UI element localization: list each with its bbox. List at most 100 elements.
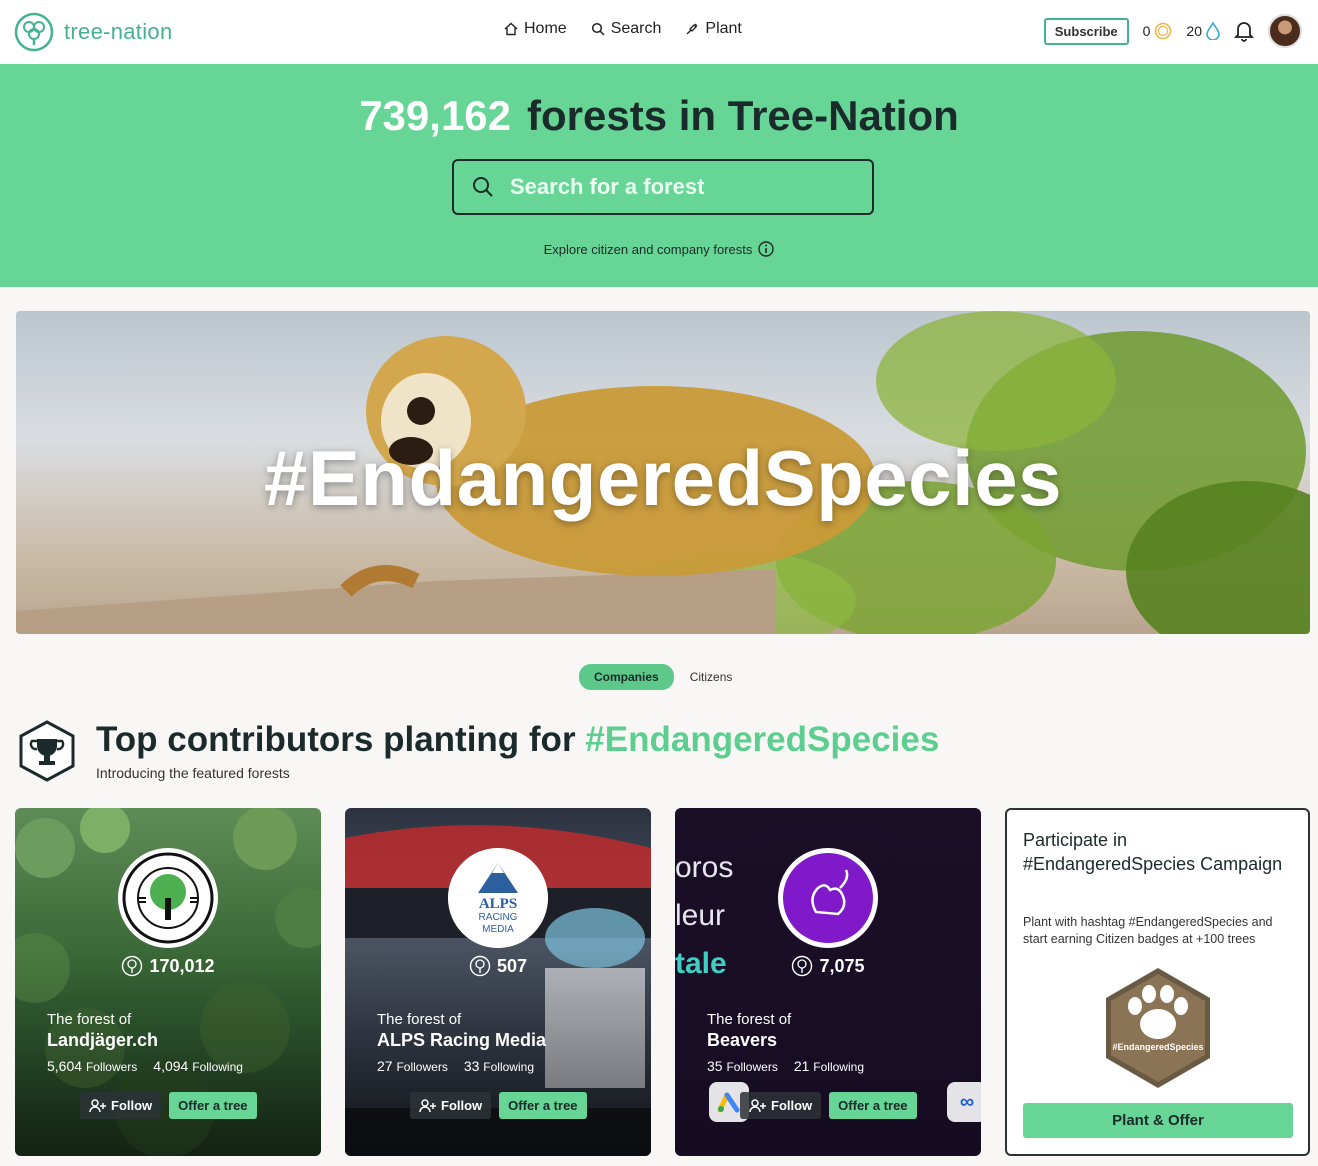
alps-racing-media-logo: ALPS RACING MEDIA bbox=[448, 848, 548, 948]
followers-stat[interactable]: 27 Followers bbox=[377, 1058, 448, 1074]
card-actions: Follow Offer a tree bbox=[740, 1092, 917, 1119]
main-nav: Home Search Plant bbox=[504, 20, 742, 38]
search-icon bbox=[591, 22, 605, 36]
forest-card-beavers[interactable]: oros leur tale 7,075 The forest of Beave… bbox=[675, 808, 981, 1156]
tree-icon bbox=[122, 955, 143, 977]
campaign-badge: #EndangeredSpecies bbox=[1103, 966, 1213, 1090]
plant-offer-button[interactable]: Plant & Offer bbox=[1023, 1103, 1293, 1138]
tree-icon bbox=[792, 955, 813, 977]
drops-counter[interactable]: 20 bbox=[1186, 22, 1220, 40]
campaign-description: Plant with hashtag #EndangeredSpecies an… bbox=[1023, 915, 1273, 946]
tree-count: 170,012 bbox=[15, 955, 321, 977]
forest-of-label: The forest of bbox=[377, 1011, 462, 1028]
forest-search-box[interactable] bbox=[452, 159, 874, 215]
subscribe-button[interactable]: Subscribe bbox=[1043, 17, 1129, 45]
campaign-title: Participate in #EndangeredSpecies Campai… bbox=[1023, 830, 1283, 874]
tab-companies[interactable]: Companies bbox=[579, 664, 674, 690]
svg-text:MEDIA: MEDIA bbox=[482, 924, 514, 935]
follow-stats: 35 Followers 21 Following bbox=[707, 1058, 864, 1074]
offer-tree-button[interactable]: Offer a tree bbox=[169, 1092, 257, 1119]
offer-tree-button[interactable]: Offer a tree bbox=[499, 1092, 587, 1119]
follow-stats: 27 Followers 33 Following bbox=[377, 1058, 534, 1074]
tree-count: 507 bbox=[345, 955, 651, 977]
tree-count: 7,075 bbox=[675, 955, 981, 977]
hero-subtitle: Explore citizen and company forests bbox=[0, 241, 1318, 257]
company-logo bbox=[778, 848, 878, 948]
forest-name[interactable]: Landjäger.ch bbox=[47, 1030, 158, 1051]
hero-title-text: forests in Tree-Nation bbox=[527, 92, 959, 139]
card-actions: Follow Offer a tree bbox=[80, 1092, 257, 1119]
tab-citizens[interactable]: Citizens bbox=[690, 664, 733, 690]
home-icon bbox=[504, 22, 518, 36]
shovel-icon bbox=[686, 23, 698, 35]
section-subtitle: Introducing the featured forests bbox=[96, 765, 290, 781]
forest-name[interactable]: ALPS Racing Media bbox=[377, 1030, 546, 1051]
badge-label: #EndangeredSpecies bbox=[1112, 1042, 1204, 1052]
tree-count-value: 507 bbox=[496, 955, 528, 976]
nav-home[interactable]: Home bbox=[504, 20, 567, 38]
top-navbar: tree-nation Home Search Plant Subscribe … bbox=[0, 0, 1318, 64]
forest-search-input[interactable] bbox=[510, 174, 830, 200]
nav-search[interactable]: Search bbox=[591, 20, 662, 38]
nav-plant[interactable]: Plant bbox=[685, 20, 742, 38]
forest-card-alps-racing[interactable]: ALPS RACING MEDIA 507 The forest of ALPS… bbox=[345, 808, 651, 1156]
trophy-icon bbox=[19, 720, 75, 782]
company-logo: ALPS RACING MEDIA bbox=[448, 848, 548, 948]
coins-counter[interactable]: 0 bbox=[1143, 22, 1173, 40]
following-stat[interactable]: 21 Following bbox=[794, 1058, 864, 1074]
hero-title: 739,162 forests in Tree-Nation bbox=[0, 92, 1318, 140]
tree-logo-icon bbox=[14, 12, 54, 52]
follow-button[interactable]: Follow bbox=[740, 1092, 822, 1119]
nav-home-label: Home bbox=[524, 20, 567, 37]
hero-subtitle-text: Explore citizen and company forests bbox=[543, 241, 753, 257]
coin-icon bbox=[1155, 22, 1172, 40]
logo-text: tree-nation bbox=[64, 19, 173, 44]
offer-tree-button[interactable]: Offer a tree bbox=[829, 1092, 917, 1119]
site-logo[interactable]: tree-nation bbox=[14, 12, 172, 52]
forest-name[interactable]: Beavers bbox=[707, 1030, 777, 1051]
water-drop-icon bbox=[1206, 22, 1220, 40]
forest-of-label: The forest of bbox=[47, 1011, 132, 1028]
followers-stat[interactable]: 35 Followers bbox=[707, 1058, 778, 1074]
add-user-icon bbox=[749, 1098, 766, 1112]
entity-tabs: Companies Citizens bbox=[579, 664, 732, 690]
user-avatar[interactable] bbox=[1268, 14, 1302, 48]
follow-button[interactable]: Follow bbox=[80, 1092, 162, 1119]
search-icon bbox=[473, 177, 493, 197]
nav-right: Subscribe 0 20 bbox=[1043, 14, 1302, 48]
bell-icon[interactable] bbox=[1234, 20, 1254, 42]
section-title: Top contributors planting for #Endangere… bbox=[96, 720, 939, 760]
company-logo bbox=[118, 848, 218, 948]
svg-text:ALPS: ALPS bbox=[479, 896, 517, 912]
meta-icon: ∞ bbox=[947, 1082, 981, 1122]
one-product-one-tree-logo bbox=[122, 852, 214, 944]
follow-stats: 5,604 Followers 4,094 Following bbox=[47, 1058, 243, 1074]
nav-search-label: Search bbox=[610, 20, 662, 37]
section-hashtag[interactable]: #EndangeredSpecies bbox=[585, 720, 939, 759]
info-icon[interactable] bbox=[758, 241, 775, 257]
forest-card-landjager[interactable]: 170,012 The forest of Landjäger.ch 5,604… bbox=[15, 808, 321, 1156]
section-title-text: Top contributors planting for bbox=[96, 720, 576, 759]
tree-icon bbox=[469, 955, 491, 977]
hero-section: 739,162 forests in Tree-Nation Explore ci… bbox=[0, 64, 1318, 287]
forest-count: 739,162 bbox=[359, 92, 512, 139]
tree-count-value: 7,075 bbox=[819, 955, 865, 976]
squirrel-logo bbox=[783, 853, 873, 943]
card-actions: Follow Offer a tree bbox=[410, 1092, 587, 1119]
nav-plant-label: Plant bbox=[705, 20, 742, 37]
add-user-icon bbox=[419, 1098, 436, 1112]
forest-of-label: The forest of bbox=[707, 1011, 792, 1028]
coins-value: 0 bbox=[1142, 23, 1151, 39]
campaign-banner: #EndangeredSpecies bbox=[16, 311, 1310, 634]
banner-title: #EndangeredSpecies bbox=[264, 434, 1062, 522]
tree-count-value: 170,012 bbox=[149, 955, 215, 976]
add-user-icon bbox=[89, 1098, 106, 1112]
follow-button[interactable]: Follow bbox=[410, 1092, 492, 1119]
campaign-card: Participate in #EndangeredSpecies Campai… bbox=[1005, 808, 1310, 1156]
followers-stat[interactable]: 5,604 Followers bbox=[47, 1058, 137, 1074]
following-stat[interactable]: 33 Following bbox=[464, 1058, 534, 1074]
following-stat[interactable]: 4,094 Following bbox=[153, 1058, 243, 1074]
drops-value: 20 bbox=[1186, 23, 1202, 39]
svg-text:RACING: RACING bbox=[479, 912, 518, 923]
paw-badge-icon bbox=[1106, 968, 1210, 1088]
